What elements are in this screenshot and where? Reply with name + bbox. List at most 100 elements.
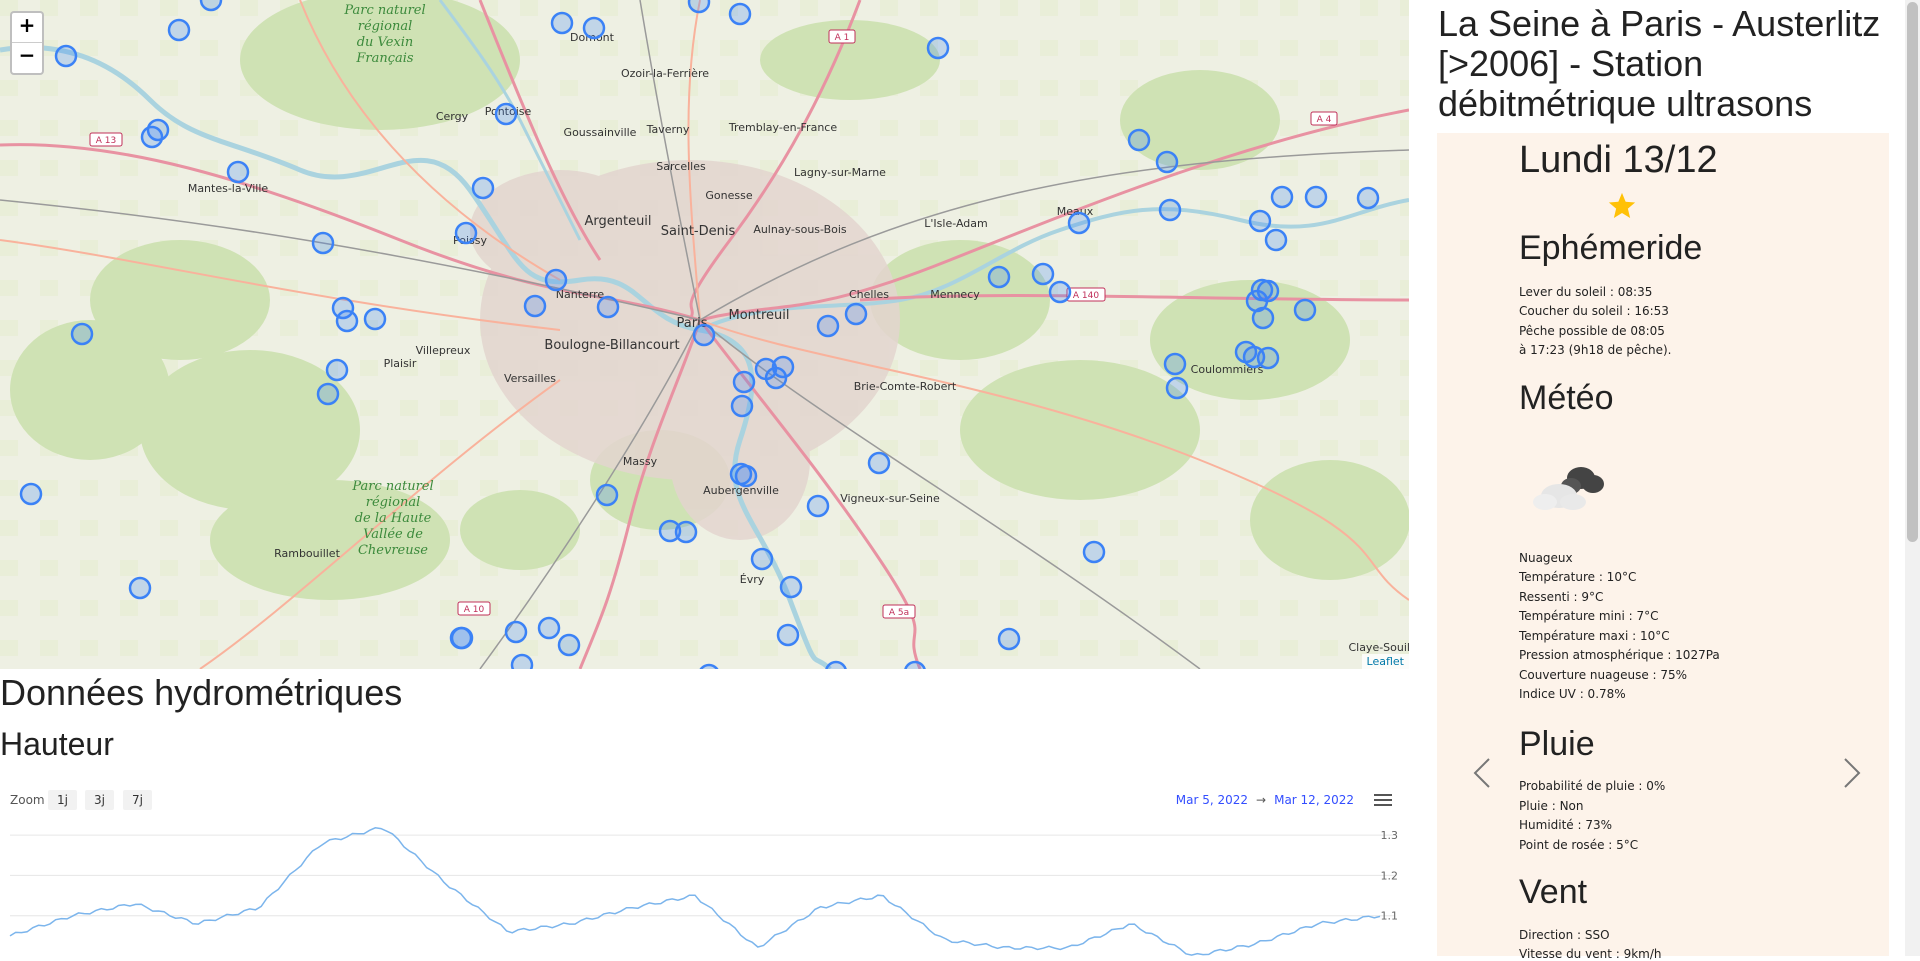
station-marker[interactable] [550,11,574,35]
place-label: Chelles [849,288,889,301]
station-marker[interactable] [1256,346,1280,370]
station-marker[interactable] [692,323,716,347]
place-label: Évry [740,573,765,586]
station-marker[interactable] [544,268,568,292]
station-marker[interactable] [504,620,528,644]
station-marker[interactable] [596,295,620,319]
station-marker[interactable] [226,160,250,184]
station-marker[interactable] [1158,198,1182,222]
station-marker[interactable] [867,451,891,475]
next-day-arrow-icon[interactable] [1837,753,1867,793]
wind-direction-text: Direction : SSO [1519,928,1610,942]
leaflet-attribution-link[interactable]: Leaflet [1361,654,1409,669]
station-marker[interactable] [674,520,698,544]
date-range-selector[interactable]: Mar 5, 2022 → Mar 12, 2022 [1176,793,1354,807]
station-marker[interactable] [750,547,774,571]
date-to-input[interactable]: Mar 12, 2022 [1274,793,1354,807]
station-marker[interactable] [1082,540,1106,564]
station-marker[interactable] [363,307,387,331]
station-marker[interactable] [1165,376,1189,400]
station-marker[interactable] [335,309,359,333]
station-marker[interactable] [316,382,340,406]
station-marker[interactable] [730,394,754,418]
map[interactable]: Parc naturel régional du Vexin Français … [0,0,1409,669]
station-marker[interactable] [806,494,830,518]
station-marker[interactable] [687,0,711,14]
station-marker[interactable] [454,221,478,245]
station-marker[interactable] [595,483,619,507]
place-label: L'Isle-Adam [924,217,987,230]
scrollbar-thumb[interactable] [1907,2,1918,542]
station-marker[interactable] [776,623,800,647]
station-marker[interactable] [199,0,223,12]
chart-menu-icon[interactable] [1374,791,1392,809]
chart-y-tick-label: 1.2 [1381,869,1399,882]
station-marker[interactable] [523,294,547,318]
station-marker[interactable] [19,482,43,506]
station-marker[interactable] [1264,228,1288,252]
station-marker[interactable] [728,2,752,26]
station-marker[interactable] [1270,185,1294,209]
road-shield-label: A 140 [1073,291,1099,301]
zoom-in-button[interactable]: + [12,13,42,43]
station-marker[interactable] [1155,150,1179,174]
station-marker[interactable] [1248,209,1272,233]
zoom-out-button[interactable]: − [12,43,42,73]
star-icon [1608,192,1636,218]
station-marker[interactable] [325,358,349,382]
fishing-end-text: à 17:23 (9h18 de pêche). [1519,343,1672,357]
rain-text: Pluie : Non [1519,799,1584,813]
station-marker[interactable] [311,231,335,255]
previous-day-arrow-icon[interactable] [1467,753,1497,793]
station-marker[interactable] [140,125,164,149]
station-marker[interactable] [1048,280,1072,304]
place-label: Boulogne-Billancourt [544,338,679,353]
station-marker[interactable] [844,302,868,326]
station-marker[interactable] [1127,128,1151,152]
station-marker[interactable] [1251,306,1275,330]
meteo-condition-text: Nuageux [1519,551,1573,565]
station-marker[interactable] [1304,185,1328,209]
svg-text:Parc naturel: Parc naturel [351,479,433,494]
place-label: Taverny [646,123,690,136]
station-marker[interactable] [70,322,94,346]
date-from-input[interactable]: Mar 5, 2022 [1176,793,1248,807]
range-1j-button[interactable]: 1j [48,790,77,810]
station-marker[interactable] [732,370,756,394]
station-marker[interactable] [537,616,561,640]
station-marker[interactable] [997,627,1021,651]
station-marker[interactable] [167,18,191,42]
place-label: Massy [623,455,658,468]
station-marker[interactable] [54,44,78,68]
range-zoom-label: Zoom [10,793,45,807]
station-marker[interactable] [1163,352,1187,376]
station-marker[interactable] [582,16,606,40]
station-marker[interactable] [1067,211,1091,235]
station-marker[interactable] [494,102,518,126]
station-marker[interactable] [926,36,950,60]
cloud-cover-text: Couverture nuageuse : 75% [1519,668,1688,682]
svg-text:du Vexin: du Vexin [357,35,414,50]
station-marker[interactable] [510,653,534,669]
station-marker[interactable] [779,575,803,599]
station-marker[interactable] [1293,298,1317,322]
station-marker[interactable] [471,176,495,200]
chart-series-line [9,827,1381,956]
park-label-vexin-2: régional [358,19,413,34]
station-marker[interactable] [1256,279,1280,303]
station-marker[interactable] [1356,186,1380,210]
range-3j-button[interactable]: 3j [85,790,114,810]
place-label: Goussainville [564,126,637,139]
station-marker[interactable] [816,314,840,338]
station-marker[interactable] [734,464,758,488]
station-marker[interactable] [1031,262,1055,286]
place-label: Aulnay-sous-Bois [753,223,847,236]
range-7j-button[interactable]: 7j [123,790,152,810]
place-label: Vigneux-sur-Seine [840,492,940,505]
station-marker[interactable] [764,366,788,390]
station-marker[interactable] [987,265,1011,289]
station-marker[interactable] [449,626,473,650]
station-marker[interactable] [557,633,581,657]
station-marker[interactable] [128,576,152,600]
page-scrollbar[interactable] [1905,0,1920,956]
